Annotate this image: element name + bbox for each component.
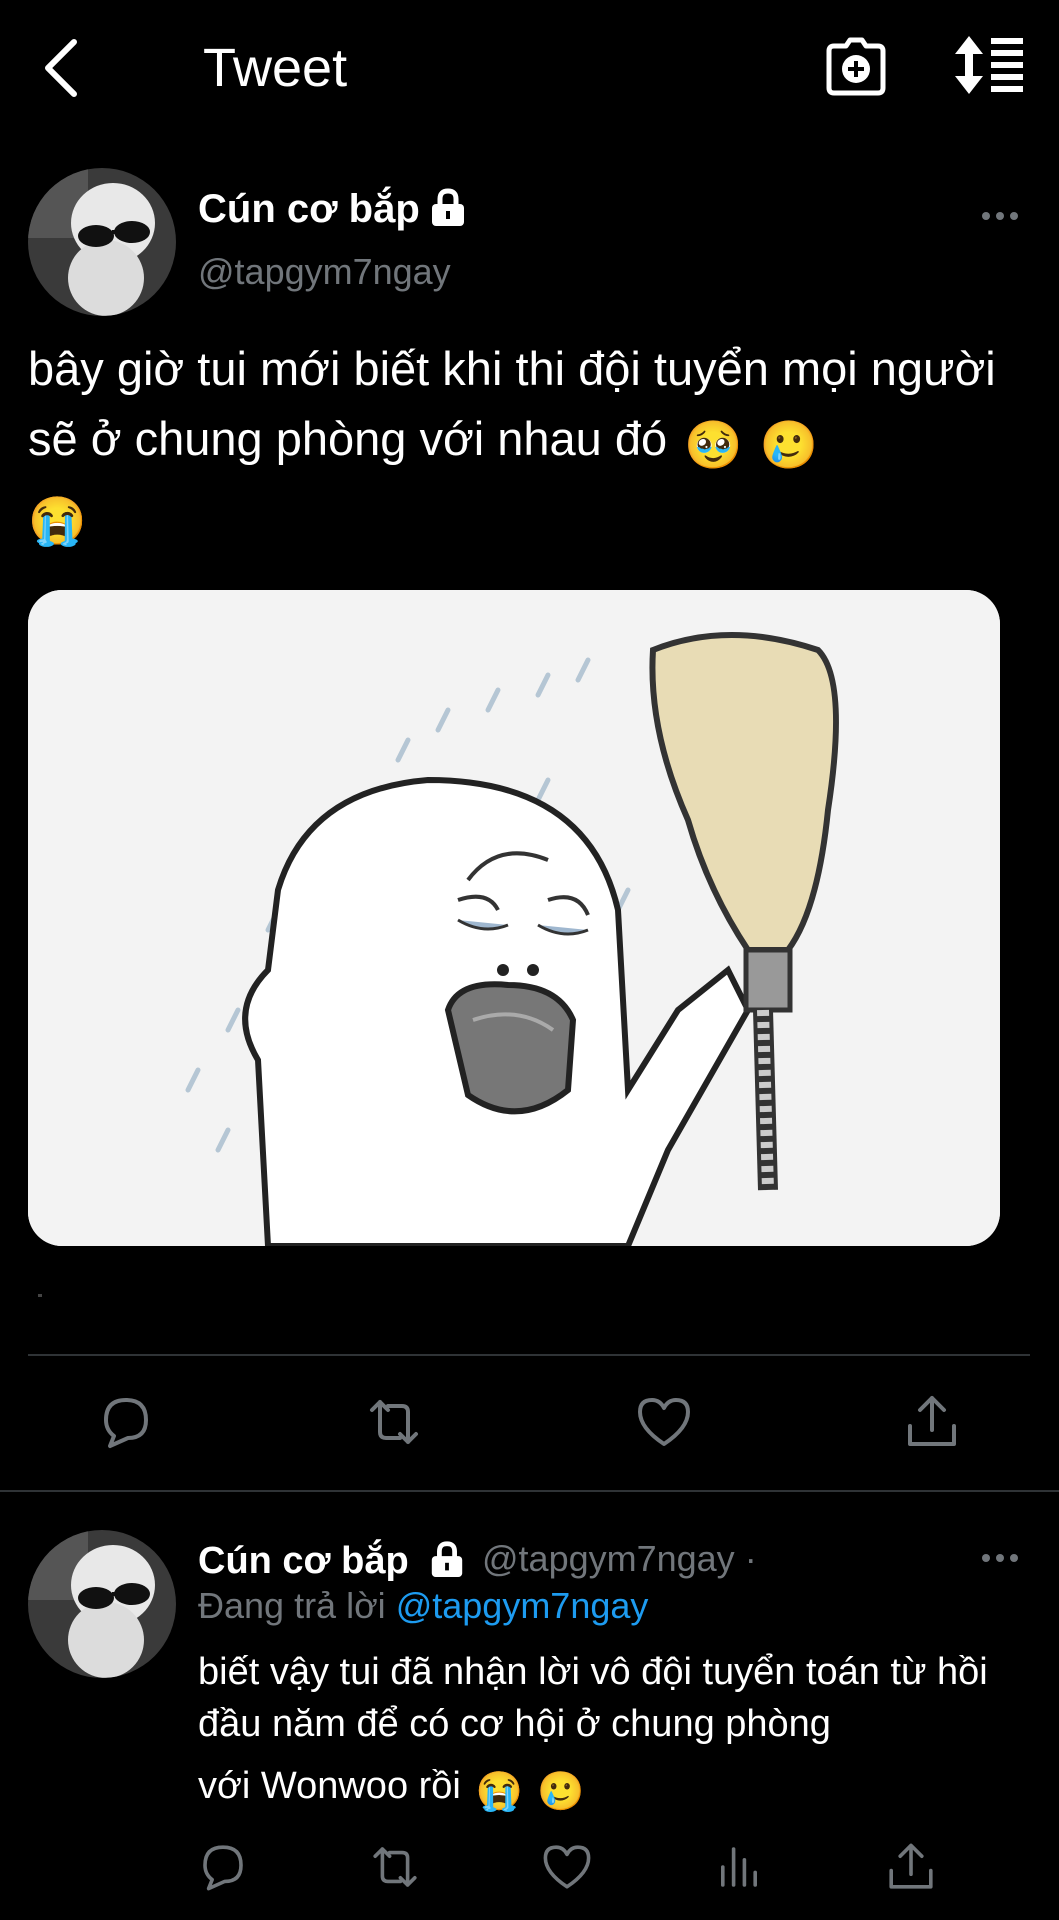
more-icon (982, 1554, 1018, 1562)
sort-icon (955, 36, 1023, 94)
replying-to: Đang trả lời @tapgym7ngay (198, 1584, 648, 1628)
retweet-icon (370, 1400, 418, 1444)
reply-text-body: biết vậy tui đã nhận lời vô đội tuyển to… (198, 1651, 988, 1745)
separator-dot (38, 1294, 42, 1297)
views-icon (721, 1847, 757, 1887)
reply-text-line: với Wonwoo rồi (198, 1765, 461, 1807)
smiling-tear-emoji: 🥲 (537, 1771, 585, 1813)
reply-icon (203, 1845, 243, 1891)
crying-face-emoji: 😭 (28, 494, 87, 547)
retweet-button[interactable] (364, 1392, 424, 1452)
display-name[interactable]: Cún cơ bắp (198, 186, 420, 232)
username[interactable]: @tapgym7ngay · (482, 1537, 757, 1581)
username[interactable]: @tapgym7ngay (198, 250, 451, 294)
reply-button[interactable] (96, 1392, 156, 1452)
camera-plus-icon (826, 37, 886, 96)
replying-to-prefix: Đang trả lời (198, 1585, 386, 1626)
chevron-left-icon (45, 39, 77, 97)
share-button[interactable] (902, 1392, 962, 1452)
reply-icon (104, 1398, 148, 1448)
retweet-icon (373, 1847, 417, 1887)
more-icon (982, 212, 1018, 220)
heart-icon (543, 1845, 591, 1889)
avatar-image (28, 168, 176, 316)
pleading-face-emoji: 🥹 (684, 418, 743, 471)
mention-link[interactable]: @tapgym7ngay (396, 1585, 649, 1626)
lock-icon (428, 1540, 466, 1578)
reply-text-last-line: với Wonwoo rồi 😭 🥲 (198, 1760, 1038, 1818)
back-button[interactable] (38, 36, 88, 100)
share-button[interactable] (884, 1840, 938, 1894)
tweet-text: bây giờ tui mới biết khi thi đội tuyển m… (28, 334, 1038, 556)
retweet-button[interactable] (368, 1840, 422, 1894)
more-button[interactable] (980, 1548, 1020, 1568)
avatar[interactable] (28, 168, 176, 316)
top-bar: Tweet (0, 0, 1059, 140)
avatar[interactable] (28, 1530, 176, 1678)
crying-shower-illustration (28, 590, 1000, 1246)
more-button[interactable] (980, 206, 1020, 226)
lock-icon (428, 187, 468, 227)
views-button[interactable] (712, 1840, 766, 1894)
share-icon (908, 1396, 956, 1446)
camera-button[interactable] (826, 36, 886, 98)
smiling-tear-emoji: 🥲 (759, 418, 819, 471)
avatar-image (28, 1530, 176, 1678)
sort-button[interactable] (955, 36, 1027, 94)
page-title: Tweet (203, 38, 348, 98)
tweet-image[interactable] (28, 590, 1000, 1246)
crying-face-emoji: 😭 (475, 1771, 523, 1813)
heart-icon (638, 1398, 690, 1446)
display-name[interactable]: Cún cơ bắp (198, 1538, 409, 1584)
reply-text: biết vậy tui đã nhận lời vô đội tuyển to… (198, 1646, 1038, 1818)
divider (28, 1354, 1030, 1356)
tweet-text-body: bây giờ tui mới biết khi thi đội tuyển m… (28, 342, 996, 465)
divider (0, 1490, 1059, 1492)
reply-button[interactable] (196, 1840, 250, 1894)
like-button[interactable] (540, 1840, 594, 1894)
like-button[interactable] (634, 1392, 694, 1452)
share-icon (889, 1843, 933, 1889)
